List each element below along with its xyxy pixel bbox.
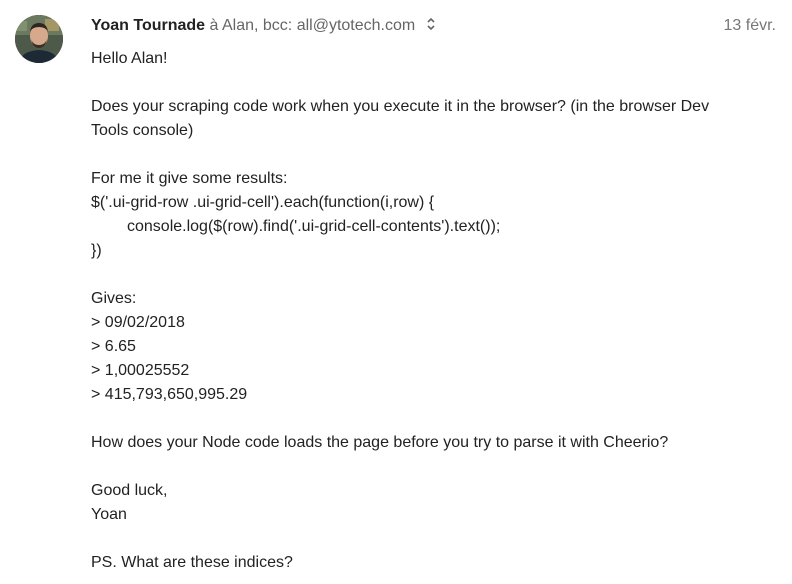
sender-name[interactable]: Yoan Tournade	[91, 17, 205, 34]
chevron-updown-icon[interactable]	[426, 17, 436, 31]
gives-label: Gives:	[91, 290, 137, 307]
question-line-1: Does your scraping code work when you ex…	[91, 98, 710, 115]
output-line: > 09/02/2018	[91, 314, 185, 331]
person-avatar-icon	[15, 15, 63, 63]
message-body: Hello Alan! Does your scraping code work…	[91, 47, 771, 575]
message-date: 13 févr.	[723, 17, 776, 34]
code-line-1: $('.ui-grid-row .ui-grid-cell').each(fun…	[91, 194, 435, 211]
sender-avatar[interactable]	[15, 15, 63, 63]
greeting-text: Hello Alan!	[91, 50, 168, 67]
node-question: How does your Node code loads the page b…	[91, 434, 669, 451]
output-line: > 1,00025552	[91, 362, 190, 379]
code-line-2: console.log($(row).find('.ui-grid-cell-c…	[127, 218, 501, 235]
question-line-2: Tools console)	[91, 122, 194, 139]
results-intro: For me it give some results:	[91, 170, 288, 187]
output-line: > 415,793,650,995.29	[91, 386, 248, 403]
signature-text: Yoan	[91, 506, 127, 523]
ps-text: PS. What are these indices?	[91, 554, 293, 571]
email-message: Yoan Tournade à Alan, bcc: all@ytotech.c…	[0, 0, 792, 584]
recipients-summary: à Alan, bcc: all@ytotech.com	[209, 17, 416, 34]
closing-text: Good luck,	[91, 482, 168, 499]
output-line: > 6.65	[91, 338, 136, 355]
message-header: Yoan Tournade à Alan, bcc: all@ytotech.c…	[91, 16, 776, 38]
code-line-3: })	[91, 242, 102, 259]
